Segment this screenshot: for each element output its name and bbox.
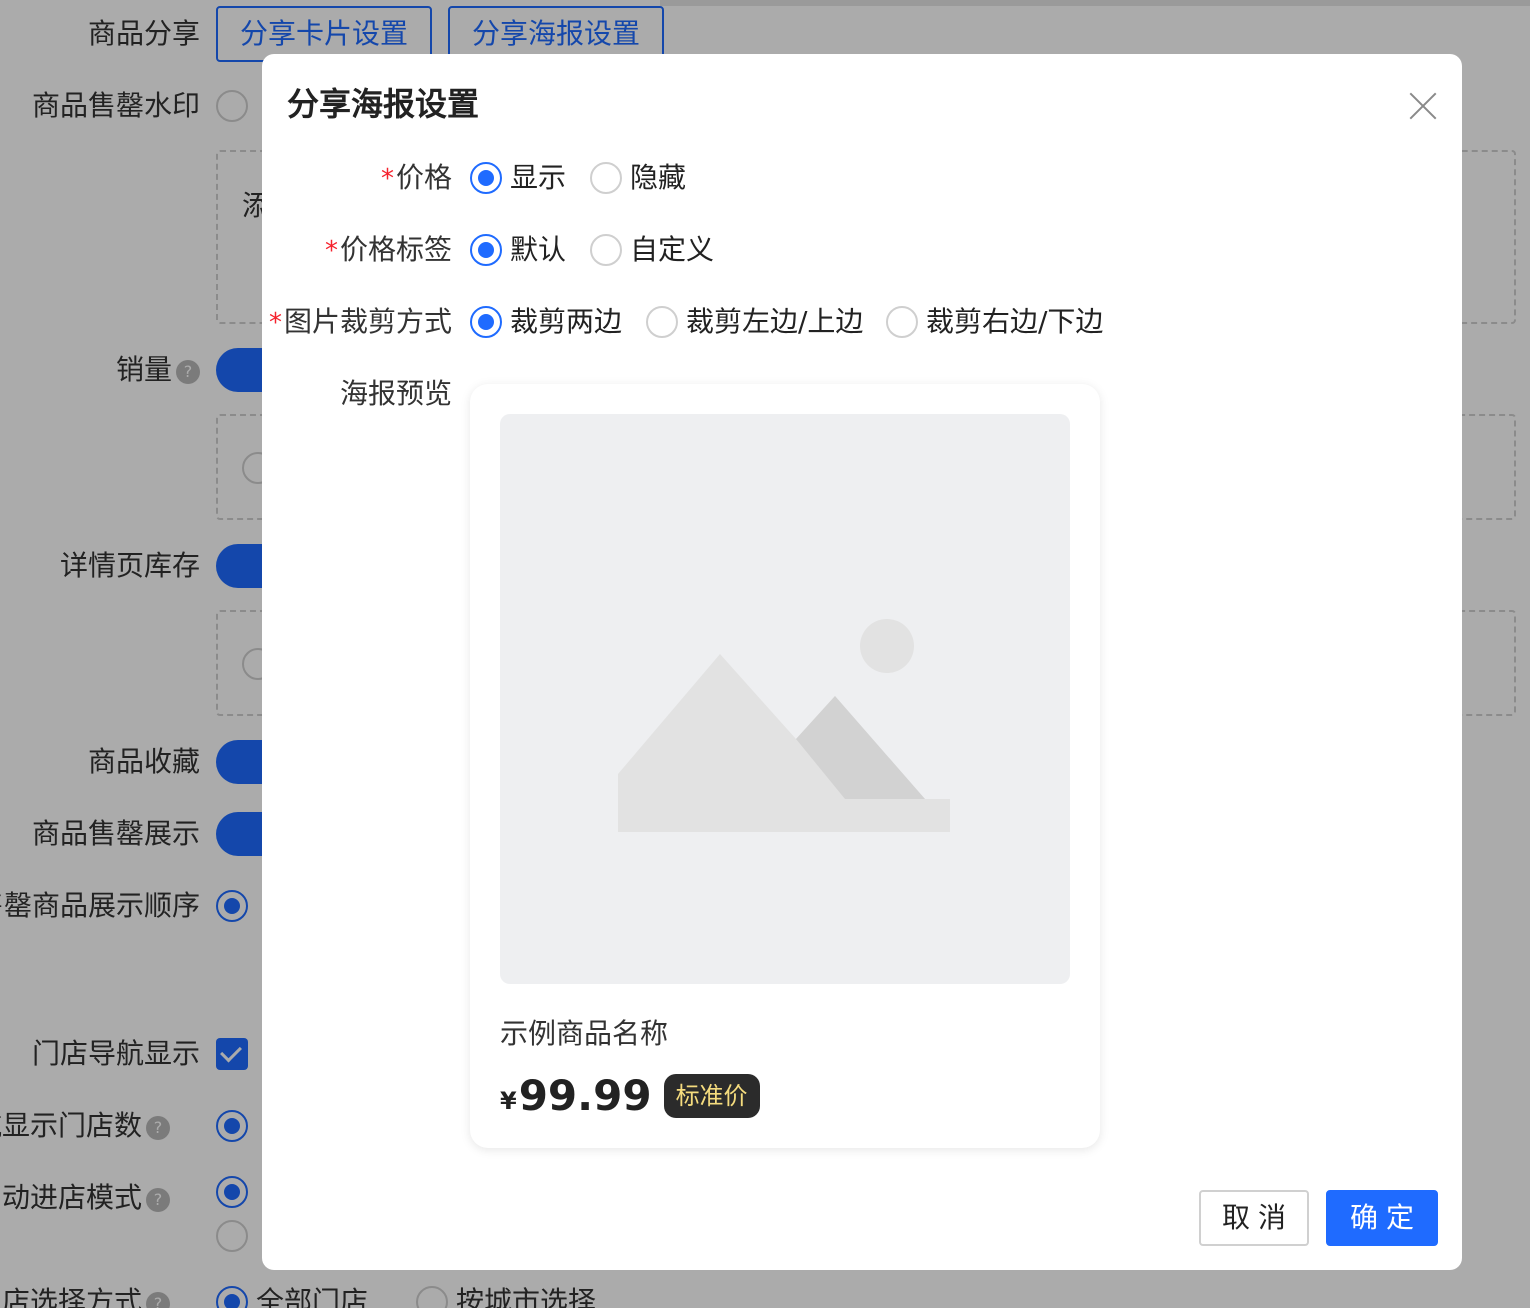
radio-label: 自定义 — [630, 233, 715, 266]
close-icon[interactable] — [1402, 84, 1446, 128]
radio-dot — [646, 306, 678, 338]
confirm-button[interactable]: 确定 — [1326, 1190, 1438, 1246]
crop-both-radio[interactable]: 裁剪两边 — [470, 302, 622, 342]
radio-dot — [886, 306, 918, 338]
preview-product-name: 示例商品名称 — [500, 1017, 669, 1050]
radio-label: 默认 — [510, 233, 567, 266]
radio-label: 隐藏 — [630, 161, 687, 194]
radio-label: 裁剪两边 — [510, 305, 623, 338]
dialog-title: 分享海报设置 — [287, 85, 480, 123]
radio-label: 显示 — [510, 161, 567, 194]
price-tag-field-label: *价格标签 — [324, 233, 452, 266]
share-poster-settings-dialog: 分享海报设置 *价格 显示 隐藏 *价格标签 默认 自定义 *图片裁剪方式 裁剪… — [262, 54, 1462, 1270]
radio-dot — [590, 162, 622, 194]
required-mark: * — [268, 308, 282, 338]
price-tag-default-radio[interactable]: 默认 — [470, 230, 566, 270]
radio-dot — [590, 234, 622, 266]
image-placeholder — [500, 414, 1070, 984]
required-mark: * — [324, 236, 338, 266]
radio-dot — [470, 162, 502, 194]
price-show-radio[interactable]: 显示 — [470, 158, 566, 198]
preview-field-label: 海报预览 — [339, 377, 452, 410]
radio-dot — [470, 234, 502, 266]
radio-label: 裁剪左边/上边 — [686, 305, 864, 338]
preview-price: 99.99 — [518, 1071, 652, 1120]
currency-symbol: ¥ — [500, 1087, 517, 1115]
price-hide-radio[interactable]: 隐藏 — [590, 158, 686, 198]
radio-label: 裁剪右边/下边 — [926, 305, 1104, 338]
poster-preview-card: 示例商品名称 ¥ 99.99 标准价 — [470, 384, 1100, 1148]
radio-dot — [470, 306, 502, 338]
crop-left-top-radio[interactable]: 裁剪左边/上边 — [646, 302, 863, 342]
crop-right-bottom-radio[interactable]: 裁剪右边/下边 — [886, 302, 1103, 342]
price-tag-custom-radio[interactable]: 自定义 — [590, 230, 714, 270]
price-field-label: *价格 — [380, 161, 452, 194]
required-mark: * — [380, 164, 394, 194]
cancel-button[interactable]: 取消 — [1199, 1190, 1309, 1246]
price-tag-badge: 标准价 — [663, 1074, 760, 1118]
preview-price-row: ¥ 99.99 标准价 — [500, 1072, 760, 1120]
crop-field-label: *图片裁剪方式 — [268, 305, 452, 338]
image-placeholder-icon — [618, 619, 950, 832]
